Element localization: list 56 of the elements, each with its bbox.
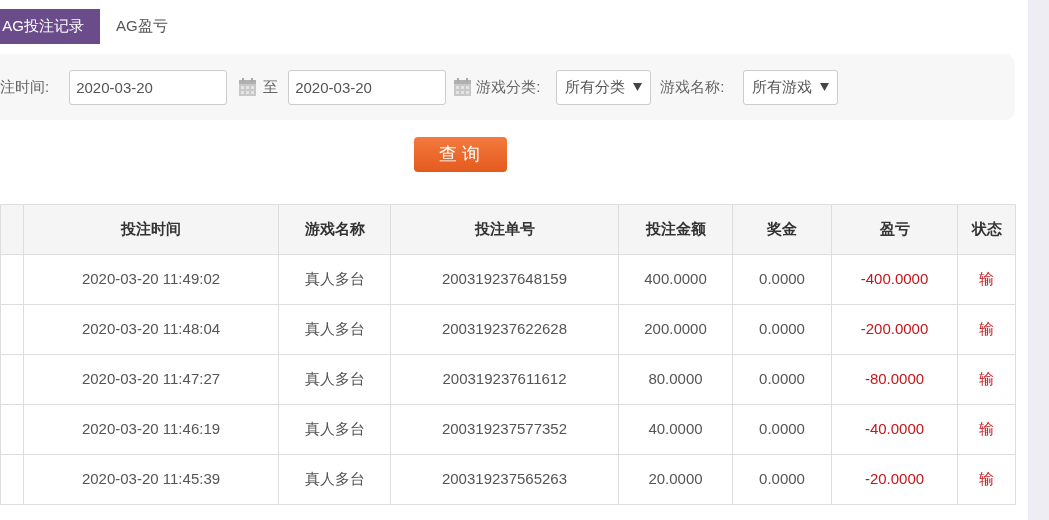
field-label: 游戏名称: [660, 76, 725, 97]
table-cell: 40.0000 [618, 404, 733, 455]
column-header: 奖金 [732, 204, 832, 255]
table-cell: 20.0000 [618, 454, 733, 505]
table-cell: 真人多台 [278, 254, 391, 305]
table-cell: -200.0000 [831, 304, 958, 355]
column-header: 投注时间 [23, 204, 279, 255]
separator-label: 至 [263, 76, 279, 97]
calendar-icon[interactable] [454, 78, 472, 96]
table-cell: 0.0000 [732, 354, 832, 405]
table-cell: -400.0000 [831, 254, 958, 305]
column-header: 游戏名称 [278, 204, 391, 255]
table-cell: 输 [957, 254, 1016, 305]
dropdown[interactable]: 所有分类 [556, 69, 652, 105]
date-field[interactable]: 2020-03-20 [69, 69, 228, 105]
date-field[interactable]: 2020-03-20 [288, 69, 447, 105]
table-cell: 输 [957, 404, 1016, 455]
table-cell: 真人多台 [278, 454, 391, 505]
column-header: 状态 [957, 204, 1016, 255]
table-cell: 200319237565263 [390, 454, 619, 505]
tab[interactable]: AG盈亏 [100, 9, 184, 44]
table-cell: 200319237648159 [390, 254, 619, 305]
table-cell: 0.0000 [732, 454, 832, 505]
tab[interactable]: AG投注记录 [0, 9, 100, 44]
caret-icon [819, 83, 829, 91]
table-cell: 200319237577352 [390, 404, 619, 455]
table-cell: 200.0000 [618, 304, 733, 355]
table-cell: 200319237622628 [390, 304, 619, 355]
table-cell: 真人多台 [278, 304, 391, 355]
caret-icon [633, 83, 643, 91]
table-cell: 0.0000 [732, 404, 832, 455]
dropdown[interactable]: 所有游戏 [742, 69, 838, 105]
table-cell: 输 [957, 454, 1016, 505]
calendar-icon[interactable] [239, 78, 257, 96]
table-cell: 2020-03-20 11:47:27 [23, 354, 279, 405]
column-header: 投注金额 [618, 204, 733, 255]
table-cell: -40.0000 [831, 404, 958, 455]
table-cell: 输 [957, 304, 1016, 355]
table-cell: 0.0000 [732, 254, 832, 305]
table-cell: 真人多台 [278, 354, 391, 405]
table-cell: 2020-03-20 11:49:02 [23, 254, 279, 305]
table-cell: 200319237611612 [390, 354, 619, 405]
table-cell: -80.0000 [831, 354, 958, 405]
field-label: 注时间: [0, 76, 50, 97]
table-cell: 2020-03-20 11:48:04 [23, 304, 279, 355]
column-header: 盈亏 [831, 204, 958, 255]
field-label: 游戏分类: [476, 76, 541, 97]
table-cell: 2020-03-20 11:45:39 [23, 454, 279, 505]
table-cell: 真人多台 [278, 404, 391, 455]
table-cell: 0.0000 [732, 304, 832, 355]
column-header: 投注单号 [390, 204, 619, 255]
table-cell: -20.0000 [831, 454, 958, 505]
table-cell: 2020-03-20 11:46:19 [23, 404, 279, 455]
table-cell: 400.0000 [618, 254, 733, 305]
table-cell: 输 [957, 354, 1016, 405]
table-cell: 80.0000 [618, 354, 733, 405]
